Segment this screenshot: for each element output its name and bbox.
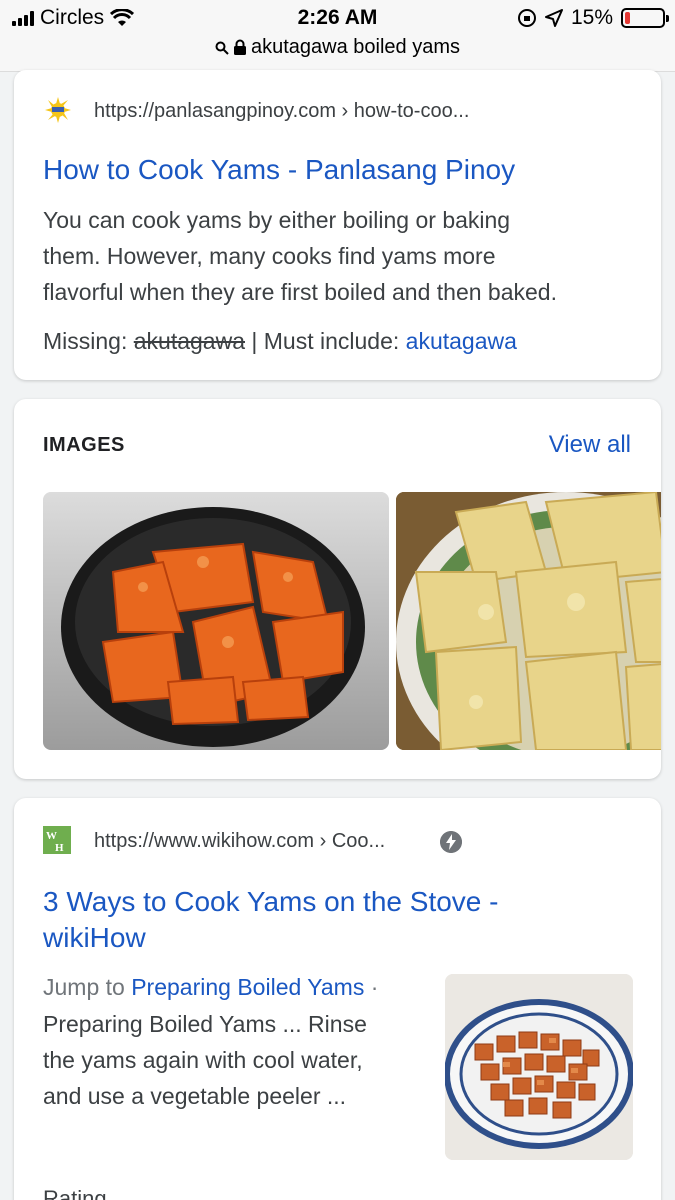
- search-icon: [215, 41, 229, 55]
- battery-percent: 15%: [570, 6, 613, 29]
- rating-partial-text: Rating: [43, 1186, 107, 1200]
- diced-yams-bowl-image: [445, 974, 633, 1160]
- view-all-link[interactable]: View all: [549, 431, 631, 459]
- jump-to-line: Jump to Preparing Boiled Yams ·: [43, 974, 378, 1001]
- address-bar[interactable]: akutagawa boiled yams: [0, 36, 675, 59]
- search-result-card: https://panlasangpinoy.com › how-to-coo.…: [14, 70, 661, 380]
- orientation-lock-icon: [517, 9, 536, 27]
- search-result-card: W H https://www.wikihow.com › Coo... 3 W…: [14, 798, 661, 1200]
- result-url[interactable]: https://panlasangpinoy.com › how-to-coo.…: [94, 100, 469, 123]
- jump-label: Jump to: [43, 974, 125, 1000]
- jump-separator: ·: [370, 974, 379, 1000]
- missing-terms: Missing: akutagawa | Must include: akuta…: [43, 328, 517, 355]
- snippet-line: Preparing Boiled Yams ... Rinse: [43, 1011, 367, 1037]
- status-bar: Circles 2:26 AM 15%: [0, 6, 675, 32]
- jump-link[interactable]: Preparing Boiled Yams: [131, 974, 364, 1000]
- result-title-link[interactable]: How to Cook Yams - Panlasang Pinoy: [43, 152, 515, 188]
- images-heading: IMAGES: [43, 434, 125, 456]
- snippet-line: the yams again with cool water,: [43, 1047, 363, 1073]
- panlasangpinoy-favicon: [45, 97, 71, 123]
- address-query: akutagawa boiled yams: [250, 36, 460, 58]
- snippet-line: and use a vegetable peeler ...: [43, 1083, 347, 1109]
- result-snippet: Preparing Boiled Yams ... Rinse the yams…: [43, 1006, 413, 1114]
- svg-text:H: H: [55, 842, 64, 854]
- location-icon: [544, 9, 563, 27]
- must-include-link[interactable]: akutagawa: [406, 328, 517, 354]
- snippet-line: You can cook yams by either boiling or b…: [43, 207, 511, 233]
- result-title-line: wikiHow: [43, 922, 146, 953]
- missing-label: Missing:: [43, 328, 128, 354]
- lock-icon: [233, 39, 246, 55]
- result-title-link[interactable]: 3 Ways to Cook Yams on the Stove - wikiH…: [43, 884, 498, 956]
- missing-term: akutagawa: [133, 328, 245, 354]
- snippet-line: flavorful when they are first boiled and…: [43, 279, 557, 305]
- images-card: IMAGES View all: [14, 399, 661, 779]
- browser-top-bar: Circles 2:26 AM 15% akutagawa boiled yam…: [0, 0, 675, 72]
- battery-icon: [621, 8, 669, 28]
- result-url[interactable]: https://www.wikihow.com › Coo...: [94, 830, 385, 853]
- snippet-line: them. However, many cooks find yams more: [43, 243, 496, 269]
- result-title-line: 3 Ways to Cook Yams on the Stove -: [43, 886, 499, 917]
- sweet-potato-bowl-image: [43, 492, 389, 750]
- must-include-label: | Must include:: [251, 328, 400, 354]
- image-thumbnail[interactable]: [43, 492, 389, 750]
- wikihow-favicon: W H: [43, 826, 71, 854]
- svg-text:W: W: [46, 830, 57, 842]
- amp-lightning-icon: [440, 831, 462, 853]
- boiled-yams-plate-image: [396, 492, 661, 750]
- result-snippet: You can cook yams by either boiling or b…: [43, 202, 643, 310]
- image-thumbnail[interactable]: [396, 492, 661, 750]
- result-thumbnail[interactable]: [445, 974, 633, 1160]
